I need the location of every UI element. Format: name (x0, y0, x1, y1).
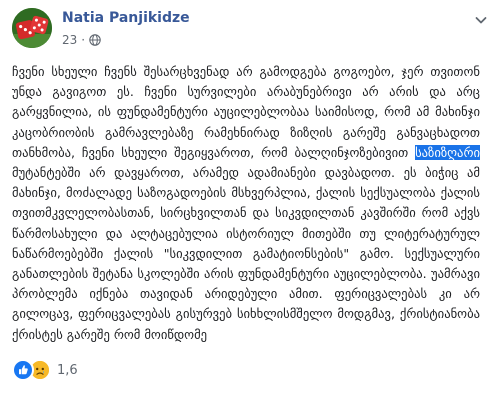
reaction-count[interactable]: 1,6 (57, 363, 78, 378)
like-icon (12, 359, 34, 381)
post-timestamp[interactable]: 23 (62, 33, 77, 47)
post-meta: 23 · (62, 33, 101, 47)
author-name-link[interactable]: Natia Panjikidze (62, 10, 190, 26)
post-header: Natia Panjikidze 23 · (0, 0, 501, 56)
facebook-post: Natia Panjikidze 23 · ჩვენი სხეული ჩვენს… (0, 0, 501, 402)
dice-avatar-image (12, 8, 52, 48)
globe-icon[interactable] (89, 34, 101, 46)
author-avatar[interactable] (12, 8, 52, 48)
post-text-part-2: მუტანტებში არ დავყაროთ, არამედ ადამიანებ… (12, 165, 480, 342)
reactions-bar[interactable]: 1,6 (12, 359, 78, 381)
chevron-down-icon[interactable] (473, 12, 489, 28)
post-text-part-1: ჩვენი სხეული ჩვენს შესარცხვენად არ გამოდ… (12, 64, 480, 160)
meta-separator: · (81, 33, 86, 47)
post-body-text: ჩვენი სხეული ჩვენს შესარცხვენად არ გამოდ… (12, 62, 480, 345)
selected-text-highlight[interactable]: საზიზღარი (415, 144, 480, 160)
